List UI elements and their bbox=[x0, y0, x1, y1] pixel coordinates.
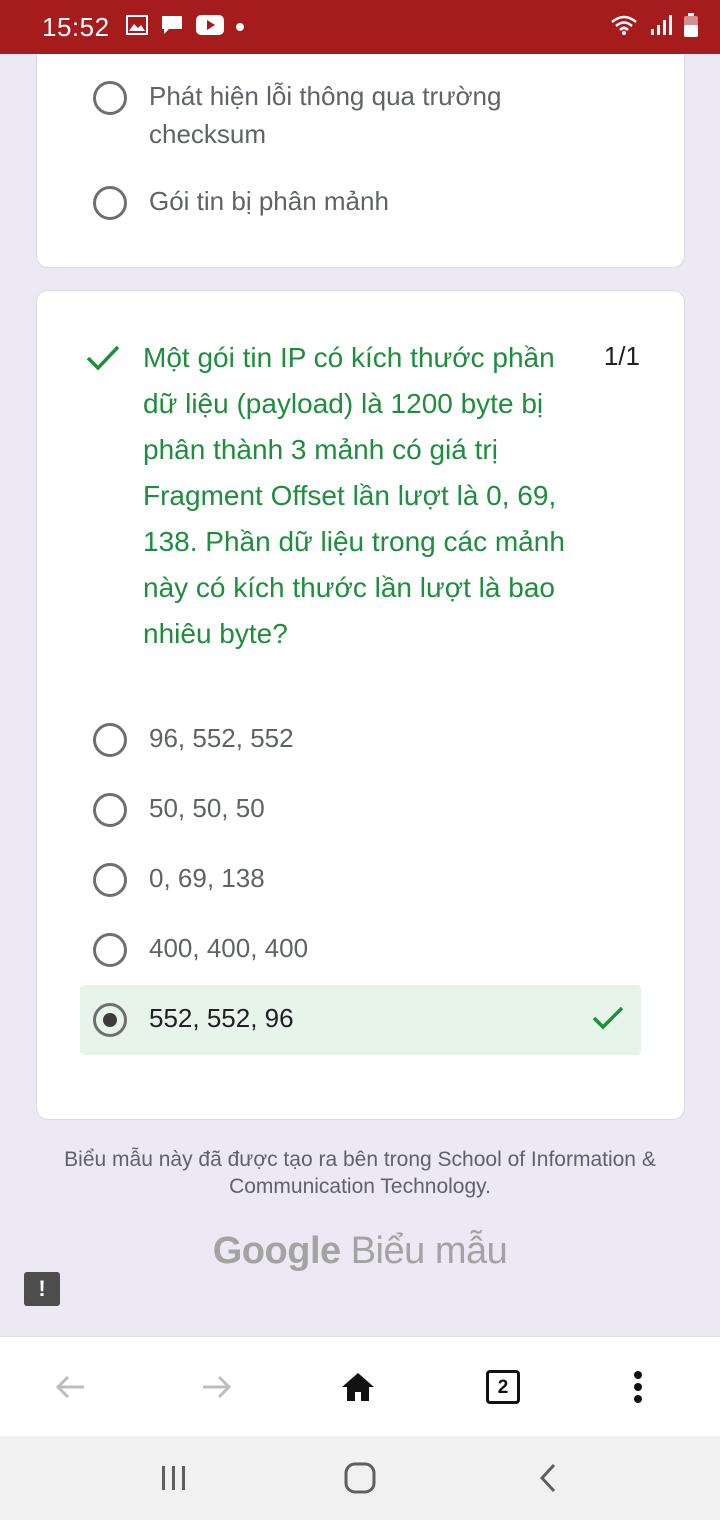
report-abuse-button[interactable]: ! bbox=[24, 1272, 60, 1306]
option-4[interactable]: 400, 400, 400 bbox=[93, 933, 308, 967]
question-card: Một gói tin IP có kích thước phần dữ liệ… bbox=[36, 290, 685, 1120]
message-icon bbox=[160, 14, 184, 41]
selected-answer-row[interactable]: 552, 552, 96 bbox=[80, 985, 641, 1055]
back-nav-icon[interactable] bbox=[526, 1456, 570, 1500]
back-arrow-icon[interactable] bbox=[46, 1363, 94, 1411]
option-label: Phát hiện lỗi thông qua trường checksum bbox=[149, 81, 502, 149]
option-1[interactable]: 96, 552, 552 bbox=[93, 723, 294, 757]
brand-forms: Biểu mẫu bbox=[350, 1230, 508, 1272]
form-scroll-area[interactable]: Phát hiện lỗi thông qua trường checksum … bbox=[0, 54, 720, 1336]
battery-icon bbox=[684, 12, 698, 42]
radio-button[interactable] bbox=[93, 186, 127, 220]
option-label: 0, 69, 138 bbox=[149, 863, 265, 893]
option-2[interactable]: 50, 50, 50 bbox=[93, 793, 265, 827]
radio-button[interactable] bbox=[93, 933, 127, 967]
correct-check-icon bbox=[591, 1003, 625, 1038]
question-score: 1/1 bbox=[603, 341, 640, 371]
tabs-button[interactable]: 2 bbox=[479, 1363, 527, 1411]
status-bar: 15:52 bbox=[0, 0, 720, 54]
tab-count: 2 bbox=[486, 1370, 520, 1404]
option-label: 552, 552, 96 bbox=[149, 1003, 294, 1033]
form-origin-note: Biểu mẫu này đã được tạo ra bên trong Sc… bbox=[64, 1148, 656, 1198]
option-3[interactable]: 0, 69, 138 bbox=[93, 863, 265, 897]
option-checksum[interactable]: Phát hiện lỗi thông qua trường checksum bbox=[93, 81, 549, 153]
radio-button[interactable] bbox=[93, 723, 127, 757]
home-icon[interactable] bbox=[334, 1363, 382, 1411]
radio-button-checked[interactable] bbox=[93, 1003, 127, 1037]
home-nav-icon[interactable] bbox=[338, 1456, 382, 1500]
image-icon bbox=[125, 14, 148, 40]
brand-google: Google bbox=[212, 1230, 341, 1272]
recent-apps-icon[interactable] bbox=[152, 1456, 196, 1500]
system-navigation-bar bbox=[0, 1436, 720, 1520]
correct-check-icon bbox=[85, 343, 121, 378]
google-forms-logo: Google Biểu mẫu bbox=[0, 1230, 720, 1273]
option-5-selected[interactable]: 552, 552, 96 bbox=[93, 1003, 294, 1037]
signal-icon bbox=[650, 14, 672, 41]
wifi-icon bbox=[610, 14, 638, 41]
more-menu-icon[interactable] bbox=[614, 1363, 662, 1411]
radio-button[interactable] bbox=[93, 863, 127, 897]
option-fragmented[interactable]: Gói tin bị phân mảnh bbox=[93, 186, 389, 220]
option-label: 96, 552, 552 bbox=[149, 723, 294, 753]
question-text: Một gói tin IP có kích thước phần dữ liệ… bbox=[143, 342, 565, 649]
status-time: 15:52 bbox=[42, 11, 110, 42]
option-label: Gói tin bị phân mảnh bbox=[149, 186, 389, 216]
radio-button[interactable] bbox=[93, 793, 127, 827]
browser-toolbar: 2 bbox=[0, 1336, 720, 1436]
previous-question-card: Phát hiện lỗi thông qua trường checksum … bbox=[36, 54, 685, 268]
dot-icon bbox=[235, 23, 244, 31]
forward-arrow-icon[interactable] bbox=[193, 1363, 241, 1411]
option-label: 50, 50, 50 bbox=[149, 793, 265, 823]
option-label: 400, 400, 400 bbox=[149, 933, 309, 963]
youtube-icon bbox=[195, 14, 224, 40]
radio-button[interactable] bbox=[93, 81, 127, 115]
